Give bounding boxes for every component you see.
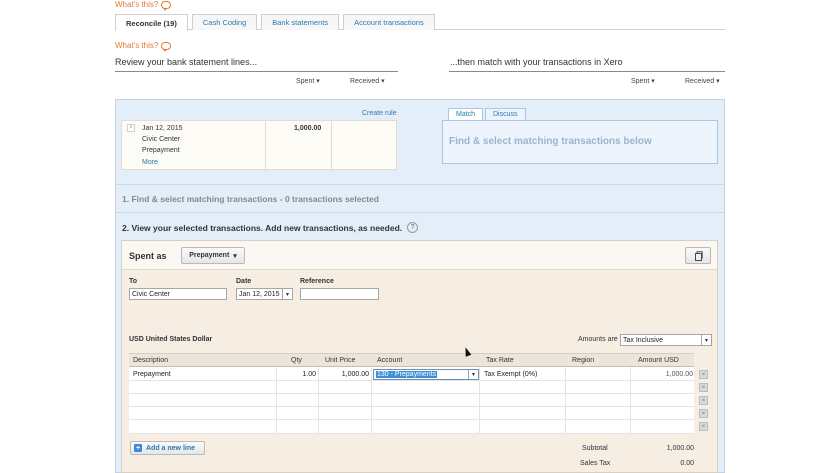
subtotal-label: Subtotal xyxy=(582,445,608,452)
delete-row-icon[interactable]: × xyxy=(699,396,708,405)
col-amount: Amount USD xyxy=(638,356,679,364)
row-line xyxy=(129,393,694,394)
delete-row-icon[interactable]: × xyxy=(699,409,708,418)
col-account: Account xyxy=(377,356,403,364)
statement-payee: Civic Center xyxy=(142,136,181,143)
whats-this-label: What's this? xyxy=(115,41,159,50)
tab-label: Account transactions xyxy=(354,18,424,27)
sort-spent-right[interactable]: Spent ▾ xyxy=(631,77,655,85)
whats-this-link-top[interactable]: What's this? xyxy=(115,0,172,11)
tab-label: Reconcile (19) xyxy=(126,18,177,28)
date-value: Jan 12, 2015 xyxy=(239,290,280,298)
whats-this-label: What's this? xyxy=(115,0,159,9)
col-line xyxy=(371,367,372,433)
col-unit-price: Unit Price xyxy=(325,356,356,364)
tab-label: Bank statements xyxy=(272,18,329,27)
spent-as-value: Prepayment xyxy=(189,252,230,259)
step1-heading[interactable]: 1. Find & select matching transactions -… xyxy=(122,194,379,204)
row-line xyxy=(129,433,694,434)
chevron-down-icon: ▾ xyxy=(468,370,478,379)
date-label: Date xyxy=(236,278,252,285)
currency-label: USD United States Dollar xyxy=(129,336,213,343)
calendar-dropdown-icon[interactable]: ▾ xyxy=(282,289,292,299)
tab-discuss[interactable]: Discuss xyxy=(485,108,526,120)
row-line xyxy=(129,380,694,381)
grid-header xyxy=(129,353,694,367)
step2-heading: 2. View your selected transactions. Add … xyxy=(122,222,419,233)
tab-label: Discuss xyxy=(493,111,518,118)
spent-as-label: Spent as xyxy=(129,251,167,261)
row-line xyxy=(129,406,694,407)
sales-tax-value: 0.00 xyxy=(680,460,694,467)
row1-qty[interactable]: 1.00 xyxy=(276,369,316,380)
help-icon[interactable]: ? xyxy=(407,222,419,233)
row1-amount[interactable]: 1,000.00 xyxy=(630,369,693,380)
row1-description[interactable]: Prepayment xyxy=(133,369,171,380)
remove-statement-icon[interactable]: × xyxy=(127,124,135,132)
tab-reconcile[interactable]: Reconcile (19) xyxy=(115,14,188,31)
subtotal-value: 1,000.00 xyxy=(666,445,694,452)
amounts-are-label: Amounts are xyxy=(578,336,618,343)
col-region: Region xyxy=(572,356,595,364)
tab-label: Match xyxy=(456,111,476,118)
col-description: Description xyxy=(133,356,169,364)
row1-tax-rate[interactable]: Tax Exempt (0%) xyxy=(484,369,537,380)
col-tax-rate: Tax Rate xyxy=(486,356,514,364)
chevron-down-icon: ▾ xyxy=(701,335,711,345)
add-line-button[interactable]: + Add a new line xyxy=(130,441,205,455)
tab-cash-coding[interactable]: Cash Coding xyxy=(191,14,258,30)
tab-label: Cash Coding xyxy=(202,18,247,27)
review-heading: Review your bank statement lines... xyxy=(115,57,258,67)
amounts-are-select[interactable]: Tax Inclusive ▾ xyxy=(620,334,712,346)
to-value: Civic Center xyxy=(132,290,171,298)
sort-spent-left[interactable]: Spent ▾ xyxy=(296,77,320,85)
row-line xyxy=(129,419,694,420)
delete-row-icon[interactable]: × xyxy=(699,383,708,392)
reference-input[interactable] xyxy=(300,288,379,300)
left-divider xyxy=(115,71,398,72)
statement-more-link[interactable]: More xyxy=(142,159,158,166)
delete-row-icon[interactable]: × xyxy=(699,422,708,431)
statement-reference: Prepayment xyxy=(142,147,180,154)
spent-as-dropdown[interactable]: Prepayment ▾ xyxy=(181,247,245,264)
statement-date: Jan 12, 2015 xyxy=(142,125,183,132)
add-line-label: Add a new line xyxy=(146,444,196,452)
copy-icon xyxy=(694,250,703,261)
step-separator xyxy=(116,212,724,213)
reference-label: Reference xyxy=(300,278,334,285)
match-prompt: Find & select matching transactions belo… xyxy=(449,136,652,147)
tab-bank-statements[interactable]: Bank statements xyxy=(261,14,340,30)
step-separator xyxy=(116,184,724,185)
date-input[interactable]: Jan 12, 2015 ▾ xyxy=(236,288,293,300)
match-heading: ...then match with your transactions in … xyxy=(450,57,623,67)
col-line xyxy=(479,367,480,433)
to-input[interactable]: Civic Center xyxy=(129,288,227,300)
speech-bubble-icon xyxy=(161,0,172,11)
row1-account-select[interactable]: 130 - Prepayments ▾ xyxy=(373,369,479,380)
create-rule-link[interactable]: Create rule xyxy=(362,110,397,117)
tab-match[interactable]: Match xyxy=(448,108,484,120)
chevron-down-icon: ▾ xyxy=(233,252,237,260)
amounts-are-value: Tax Inclusive xyxy=(623,336,664,344)
speech-bubble-icon xyxy=(161,41,172,52)
col-line xyxy=(565,367,566,433)
row1-account-value: 130 - Prepayments xyxy=(376,371,438,378)
statement-spent-amount: 1,000.00 xyxy=(294,125,322,132)
sort-received-right[interactable]: Received ▾ xyxy=(685,77,720,85)
col-qty: Qty xyxy=(291,356,302,364)
row1-unit-price[interactable]: 1,000.00 xyxy=(318,369,369,380)
sales-tax-label: Sales Tax xyxy=(580,460,611,467)
plus-icon: + xyxy=(134,444,142,452)
reconcile-tabs: Reconcile (19) Cash Coding Bank statemen… xyxy=(115,14,725,31)
tab-account-transactions[interactable]: Account transactions xyxy=(343,14,435,30)
to-label: To xyxy=(129,278,138,285)
sort-received-left[interactable]: Received ▾ xyxy=(350,77,385,85)
right-divider xyxy=(449,71,725,72)
step2-label: 2. View your selected transactions. Add … xyxy=(122,222,403,233)
delete-row-icon[interactable]: × xyxy=(699,370,708,379)
copy-button[interactable] xyxy=(685,247,711,264)
whats-this-link[interactable]: What's this? xyxy=(115,41,172,52)
